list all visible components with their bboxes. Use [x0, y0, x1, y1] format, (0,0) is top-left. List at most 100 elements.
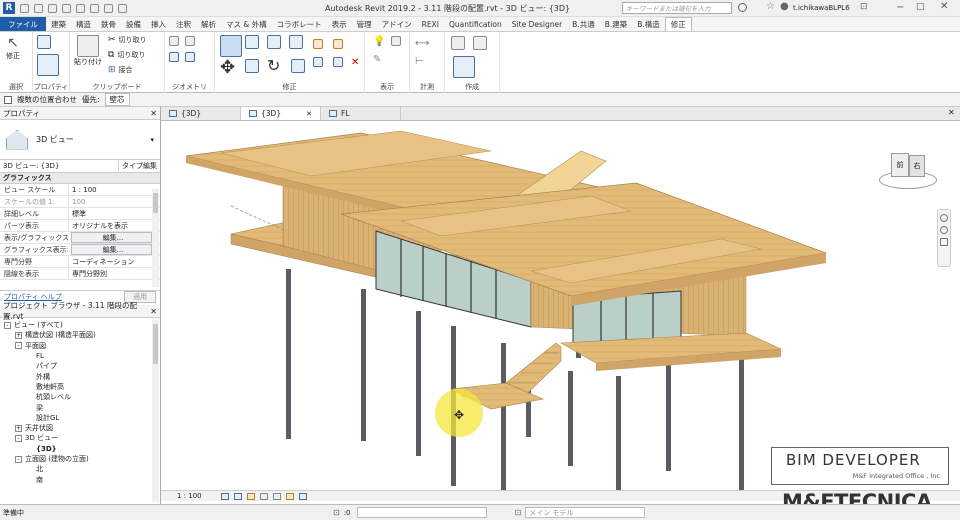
search-input[interactable]: キーワードまたは語句を入力	[626, 3, 711, 13]
create-parts-button[interactable]	[451, 36, 465, 50]
text-icon[interactable]	[104, 4, 113, 13]
property-value[interactable]: 専門分野別	[68, 268, 160, 279]
view-panel-label[interactable]: 表示	[365, 82, 409, 92]
viewcube[interactable]: 前 右	[879, 149, 937, 191]
cope-button[interactable]	[169, 36, 179, 46]
search-box[interactable]: キーワードまたは語句を入力	[622, 2, 732, 14]
browser-item[interactable]: FL	[0, 351, 160, 361]
cut-button[interactable]: ✂ 切り取り	[108, 35, 147, 45]
ribbon-tab-13[interactable]: REXI	[417, 17, 444, 31]
pin-button[interactable]	[333, 57, 343, 67]
zoom-icon[interactable]	[940, 226, 948, 234]
browser-item[interactable]: 設計GL	[0, 413, 160, 423]
property-value[interactable]: コーディネーション	[68, 256, 160, 267]
paste-button[interactable]: 貼り付け	[74, 35, 102, 67]
reveal-hidden-icon[interactable]	[298, 492, 307, 500]
close-tab-icon[interactable]: ✕	[306, 110, 312, 118]
align-button[interactable]	[220, 35, 242, 57]
ribbon-tab-3[interactable]: 鉄骨	[96, 17, 121, 31]
split-button[interactable]	[313, 39, 323, 49]
properties-button[interactable]	[37, 54, 59, 76]
property-value[interactable]: 編集...	[71, 232, 152, 243]
priority-select[interactable]: 壁芯	[104, 93, 130, 106]
override-button[interactable]	[391, 36, 401, 46]
3d-viewport[interactable]: ✥ 前 右 BIM DEVELOPER M&F Integrated Offic…	[161, 121, 960, 490]
ribbon-tab-18[interactable]: B.構造	[632, 17, 665, 31]
ribbon-tab-11[interactable]: 管理	[352, 17, 377, 31]
ribbon-tab-16[interactable]: B.共通	[567, 17, 600, 31]
collapse-icon[interactable]: -	[15, 342, 22, 350]
split-face-button[interactable]	[169, 52, 179, 62]
open-icon[interactable]	[20, 4, 29, 13]
browser-item[interactable]: 梁	[0, 402, 160, 412]
lightbulb-button[interactable]: 💡	[373, 36, 385, 47]
ribbon-tab-8[interactable]: マス & 外構	[221, 17, 272, 31]
viewcube-right[interactable]: 右	[909, 155, 925, 177]
create-assembly-button[interactable]	[473, 36, 487, 50]
visual-style-icon[interactable]	[233, 492, 242, 500]
browser-item[interactable]: 敷地軒高	[0, 382, 160, 392]
delete-button[interactable]: ✕	[351, 57, 359, 68]
model-select[interactable]: メイン モデル	[525, 507, 646, 518]
measure-icon[interactable]	[90, 4, 99, 13]
ribbon-tab-9[interactable]: コラボレート	[272, 17, 327, 31]
mirror-axis-button[interactable]	[267, 35, 281, 49]
browser-item[interactable]: 杭頭レベル	[0, 392, 160, 402]
ribbon-tab-10[interactable]: 表示	[327, 17, 352, 31]
properties-scrollbar[interactable]	[152, 189, 159, 287]
measure-panel-label[interactable]: 計測	[410, 82, 444, 92]
cart-icon[interactable]: ⊡	[860, 2, 868, 12]
ribbon-tab-6[interactable]: 注釈	[171, 17, 196, 31]
crop-icon[interactable]	[272, 492, 281, 500]
join-button[interactable]: ⊞ 接合	[108, 65, 133, 75]
rotate-button[interactable]: ↻	[267, 56, 280, 75]
view-tab-0[interactable]: {3D}	[161, 107, 241, 120]
3d-view-icon[interactable]	[118, 4, 127, 13]
undo-icon[interactable]	[48, 4, 57, 13]
modify-button[interactable]: ↖ 修正	[6, 35, 20, 61]
view-tab-1[interactable]: {3D} ✕	[241, 107, 321, 120]
close-button[interactable]: ✕	[940, 1, 948, 12]
create-group-button[interactable]	[453, 56, 475, 78]
detail-level-icon[interactable]	[220, 492, 229, 500]
star-icon[interactable]: ☆	[766, 1, 775, 12]
maximize-button[interactable]: □	[916, 2, 925, 12]
dimension-button[interactable]: ⊢	[415, 56, 424, 67]
viewcube-front[interactable]: 前	[891, 153, 909, 177]
collapse-icon[interactable]: -	[15, 434, 22, 442]
ribbon-tab-7[interactable]: 解析	[196, 17, 221, 31]
browser-item[interactable]: + 天井伏図	[0, 423, 160, 433]
shadows-icon[interactable]	[259, 492, 268, 500]
property-value[interactable]: 編集...	[71, 244, 152, 255]
graphics-section[interactable]: グラフィックス	[0, 173, 160, 184]
user-icon[interactable]: ●	[780, 1, 789, 12]
ribbon-tab-17[interactable]: B.建築	[600, 17, 633, 31]
expand-icon[interactable]: +	[15, 424, 22, 432]
browser-item[interactable]: -3D ビュー	[0, 433, 160, 443]
cut-geometry-button[interactable]	[185, 36, 195, 46]
temporary-hide-icon[interactable]	[285, 492, 294, 500]
save-icon[interactable]	[34, 4, 43, 13]
move-button[interactable]: ✥	[220, 57, 235, 78]
scale-button[interactable]	[333, 39, 343, 49]
steering-wheel-icon[interactable]	[940, 214, 948, 222]
ribbon-tab-4[interactable]: 設備	[121, 17, 146, 31]
browser-item[interactable]: 北	[0, 464, 160, 474]
ribbon-tab-1[interactable]: 建築	[46, 17, 71, 31]
scale-label[interactable]: 1 : 100	[177, 492, 202, 500]
browser-item[interactable]: 外構	[0, 371, 160, 381]
property-value[interactable]: オリジナルを表示	[68, 220, 160, 231]
pencil-button[interactable]: ✎	[373, 54, 381, 65]
instance-selector[interactable]: 3D ビュー: {3D}	[3, 161, 118, 171]
model-canvas[interactable]: ✥	[161, 121, 960, 490]
mirror-draw-button[interactable]	[289, 35, 303, 49]
search-icon[interactable]	[738, 3, 747, 12]
zoom-region-icon[interactable]	[940, 238, 948, 246]
multi-align-checkbox[interactable]	[4, 95, 12, 104]
modify-panel-label[interactable]: 修正	[215, 82, 364, 92]
type-properties-button[interactable]	[37, 35, 51, 49]
copy-element-button[interactable]	[245, 59, 259, 73]
close-icon[interactable]: ✕	[150, 109, 157, 118]
workset-select[interactable]	[356, 507, 487, 518]
ribbon-tab-0[interactable]: ファイル	[0, 17, 46, 31]
